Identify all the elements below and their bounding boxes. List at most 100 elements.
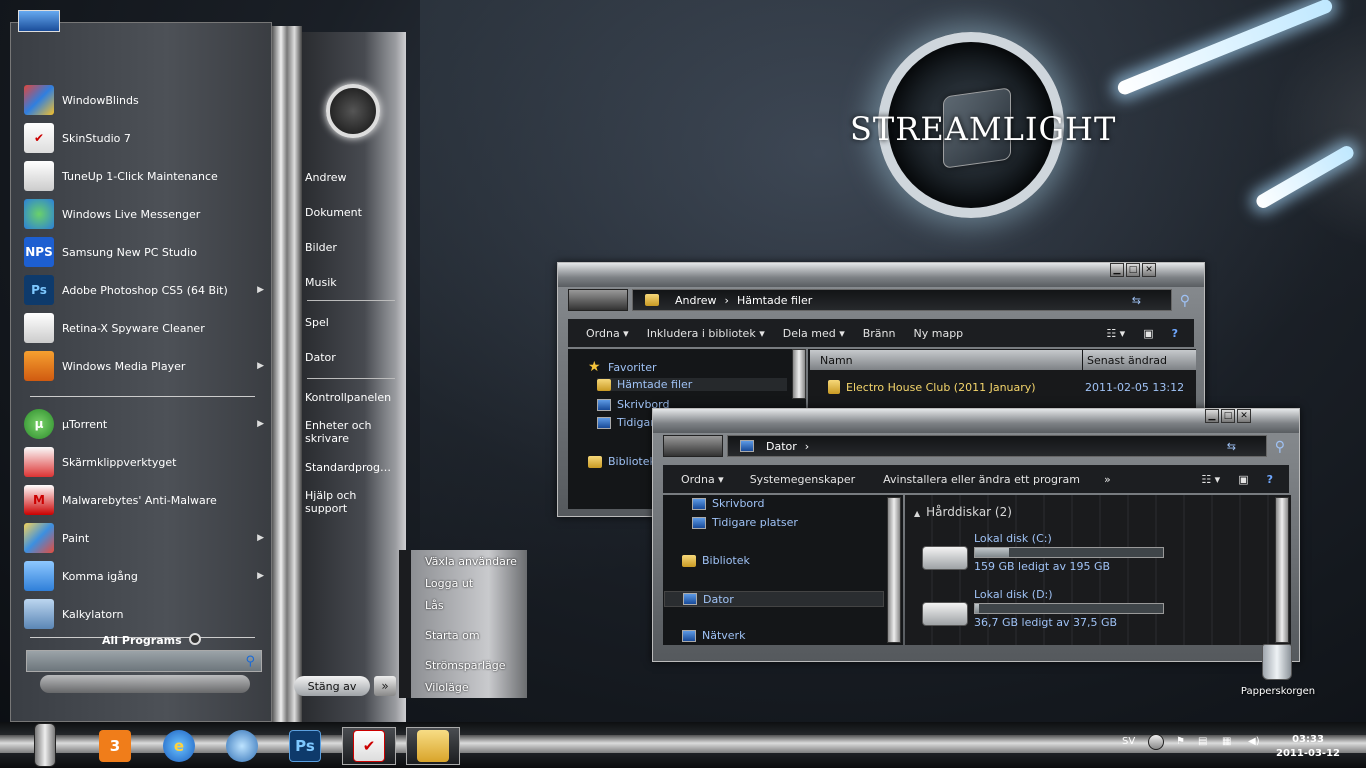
action-center-flag-icon[interactable]: ⚑ <box>1176 736 1185 747</box>
nav-favorites[interactable]: ★ Favoriter <box>588 359 656 375</box>
start-place-4[interactable]: Spel <box>305 316 395 329</box>
power-option-1[interactable]: Logga ut <box>425 577 473 590</box>
minimize-icon[interactable]: ▁ <box>1110 263 1124 277</box>
start-place-8[interactable]: Standardprog… <box>305 461 395 474</box>
address-bar[interactable]: Dator › ⇆ <box>727 435 1267 457</box>
close-icon[interactable]: ✕ <box>1237 409 1251 423</box>
nav-computer[interactable]: Dator <box>664 591 884 607</box>
start-place-0[interactable]: Andrew <box>305 171 395 184</box>
shutdown-options-arrow-icon[interactable]: » <box>374 676 396 696</box>
language-indicator[interactable]: SV <box>1122 736 1135 747</box>
recycle-bin-label[interactable]: Papperskorgen <box>1236 686 1320 697</box>
computer-desktop-icon[interactable] <box>18 10 60 32</box>
back-forward-buttons[interactable] <box>568 289 628 311</box>
search-icon[interactable]: ⚲ <box>1275 439 1285 455</box>
column-header-modified[interactable]: Senast ändrad <box>1083 350 1196 370</box>
drive-c-name[interactable]: Lokal disk (C:) <box>974 532 1052 545</box>
start-button[interactable] <box>34 723 56 767</box>
clock[interactable]: 03:33 2011-03-12 <box>1270 733 1346 761</box>
nav-downloads[interactable]: Hämtade filer <box>597 378 787 391</box>
nav-recent-places[interactable]: Tidigare platser <box>692 516 798 529</box>
taskbar-photoshop[interactable]: Ps <box>278 727 332 765</box>
column-header-name[interactable]: Namn <box>810 350 1082 370</box>
usb-icon[interactable]: ▤ <box>1198 736 1207 747</box>
window-titlebar[interactable] <box>558 263 1204 287</box>
program-utorrent[interactable]: µ µTorrent ▶ <box>24 407 264 441</box>
program-getting-started[interactable]: Komma igång ▶ <box>24 559 264 593</box>
program-photoshop[interactable]: Ps Adobe Photoshop CS5 (64 Bit) ▶ <box>24 273 264 307</box>
program-calculator[interactable]: Kalkylatorn <box>24 597 264 631</box>
program-media-player[interactable]: Windows Media Player ▶ <box>24 349 264 383</box>
start-place-7[interactable]: Enheter och skrivare <box>305 419 395 445</box>
scrollbar[interactable] <box>1275 497 1289 643</box>
back-forward-buttons[interactable] <box>663 435 723 457</box>
minimize-icon[interactable]: ▁ <box>1205 409 1219 423</box>
refresh-icon[interactable]: ⇆ <box>1227 440 1236 453</box>
power-option-5[interactable]: Viloläge <box>425 681 469 694</box>
address-bar[interactable]: Andrew › Hämtade filer ⇆ <box>632 289 1172 311</box>
window-titlebar[interactable] <box>653 409 1299 433</box>
program-malwarebytes[interactable]: M Malwarebytes' Anti-Malware <box>24 483 264 517</box>
start-place-5[interactable]: Dator <box>305 351 395 364</box>
power-option-3[interactable]: Starta om <box>425 629 480 642</box>
system-properties-button[interactable]: Systemegenskaper <box>750 473 855 486</box>
include-in-library-menu[interactable]: Inkludera i bibliotek ▾ <box>647 327 765 340</box>
volume-icon[interactable]: ◀) <box>1248 736 1260 747</box>
new-folder-button[interactable]: Ny mapp <box>914 327 964 340</box>
breadcrumb-downloads[interactable]: Hämtade filer <box>737 294 812 307</box>
network-icon[interactable]: ▦ <box>1222 736 1231 747</box>
search-icon[interactable]: ⚲ <box>1180 293 1190 309</box>
share-with-menu[interactable]: Dela med ▾ <box>783 327 845 340</box>
drive-d-name[interactable]: Lokal disk (D:) <box>974 588 1053 601</box>
start-search-input[interactable]: ⚲ <box>26 650 262 672</box>
view-options-icon[interactable]: ☷ ▾ <box>1201 473 1220 486</box>
taskbar-three[interactable]: 3 <box>88 727 142 765</box>
preview-pane-icon[interactable]: ▣ <box>1238 473 1248 486</box>
program-messenger[interactable]: Windows Live Messenger <box>24 197 264 231</box>
program-skinstudio[interactable]: ✔ SkinStudio 7 <box>24 121 264 155</box>
recycle-bin-icon[interactable] <box>1262 644 1292 680</box>
scrollbar[interactable] <box>792 349 806 399</box>
close-icon[interactable]: ✕ <box>1142 263 1156 277</box>
nav-libraries[interactable]: Bibliotek <box>588 455 656 468</box>
preview-pane-icon[interactable]: ▣ <box>1143 327 1153 340</box>
program-tuneup[interactable]: TuneUp 1-Click Maintenance <box>24 159 264 193</box>
all-programs-arrow-icon[interactable] <box>189 633 201 645</box>
scrollbar[interactable] <box>887 497 901 643</box>
help-icon[interactable]: ? <box>1267 473 1273 486</box>
tray-back-icon[interactable] <box>1148 734 1164 750</box>
file-row[interactable]: Electro House Club (2011 January) 2011-0… <box>828 380 1188 394</box>
view-options-icon[interactable]: ☷ ▾ <box>1106 327 1125 340</box>
breadcrumb-andrew[interactable]: Andrew <box>675 294 717 307</box>
burn-button[interactable]: Bränn <box>863 327 896 340</box>
help-icon[interactable]: ? <box>1172 327 1178 340</box>
nav-network[interactable]: Nätverk <box>682 629 745 642</box>
drive-d-icon[interactable] <box>922 602 968 626</box>
program-spyware-cleaner[interactable]: Retina-X Spyware Cleaner <box>24 311 264 345</box>
breadcrumb-computer[interactable]: Dator <box>766 440 797 453</box>
start-place-9[interactable]: Hjälp och support <box>305 489 395 515</box>
uninstall-program-button[interactable]: Avinstallera eller ändra ett program <box>883 473 1080 486</box>
start-place-1[interactable]: Dokument <box>305 206 395 219</box>
file-name[interactable]: Electro House Club (2011 January) <box>846 381 1036 394</box>
all-programs-button[interactable]: All Programs <box>102 634 182 647</box>
refresh-icon[interactable]: ⇆ <box>1132 294 1141 307</box>
program-paint[interactable]: Paint ▶ <box>24 521 264 555</box>
nav-desktop[interactable]: Skrivbord <box>692 497 764 510</box>
power-option-2[interactable]: Lås <box>425 599 444 612</box>
start-place-3[interactable]: Musik <box>305 276 395 289</box>
program-snipping-tool[interactable]: Skärmklippverktyget <box>24 445 264 479</box>
organize-menu[interactable]: Ordna ▾ <box>586 327 629 340</box>
program-nps[interactable]: NPS Samsung New PC Studio <box>24 235 264 269</box>
start-place-2[interactable]: Bilder <box>305 241 395 254</box>
group-header-hard-disks[interactable]: ▲ Hårddiskar (2) <box>914 505 1012 519</box>
search-icon[interactable]: ⚲ <box>245 654 255 669</box>
shutdown-button[interactable]: Stäng av <box>294 676 370 696</box>
maximize-icon[interactable]: □ <box>1221 409 1235 423</box>
start-place-6[interactable]: Kontrollpanelen <box>305 391 395 404</box>
taskbar-explorer[interactable] <box>406 727 460 765</box>
more-commands-button[interactable]: » <box>1104 473 1111 486</box>
power-option-0[interactable]: Växla användare <box>425 555 517 568</box>
drive-c-icon[interactable] <box>922 546 968 570</box>
organize-menu[interactable]: Ordna ▾ <box>681 473 724 486</box>
